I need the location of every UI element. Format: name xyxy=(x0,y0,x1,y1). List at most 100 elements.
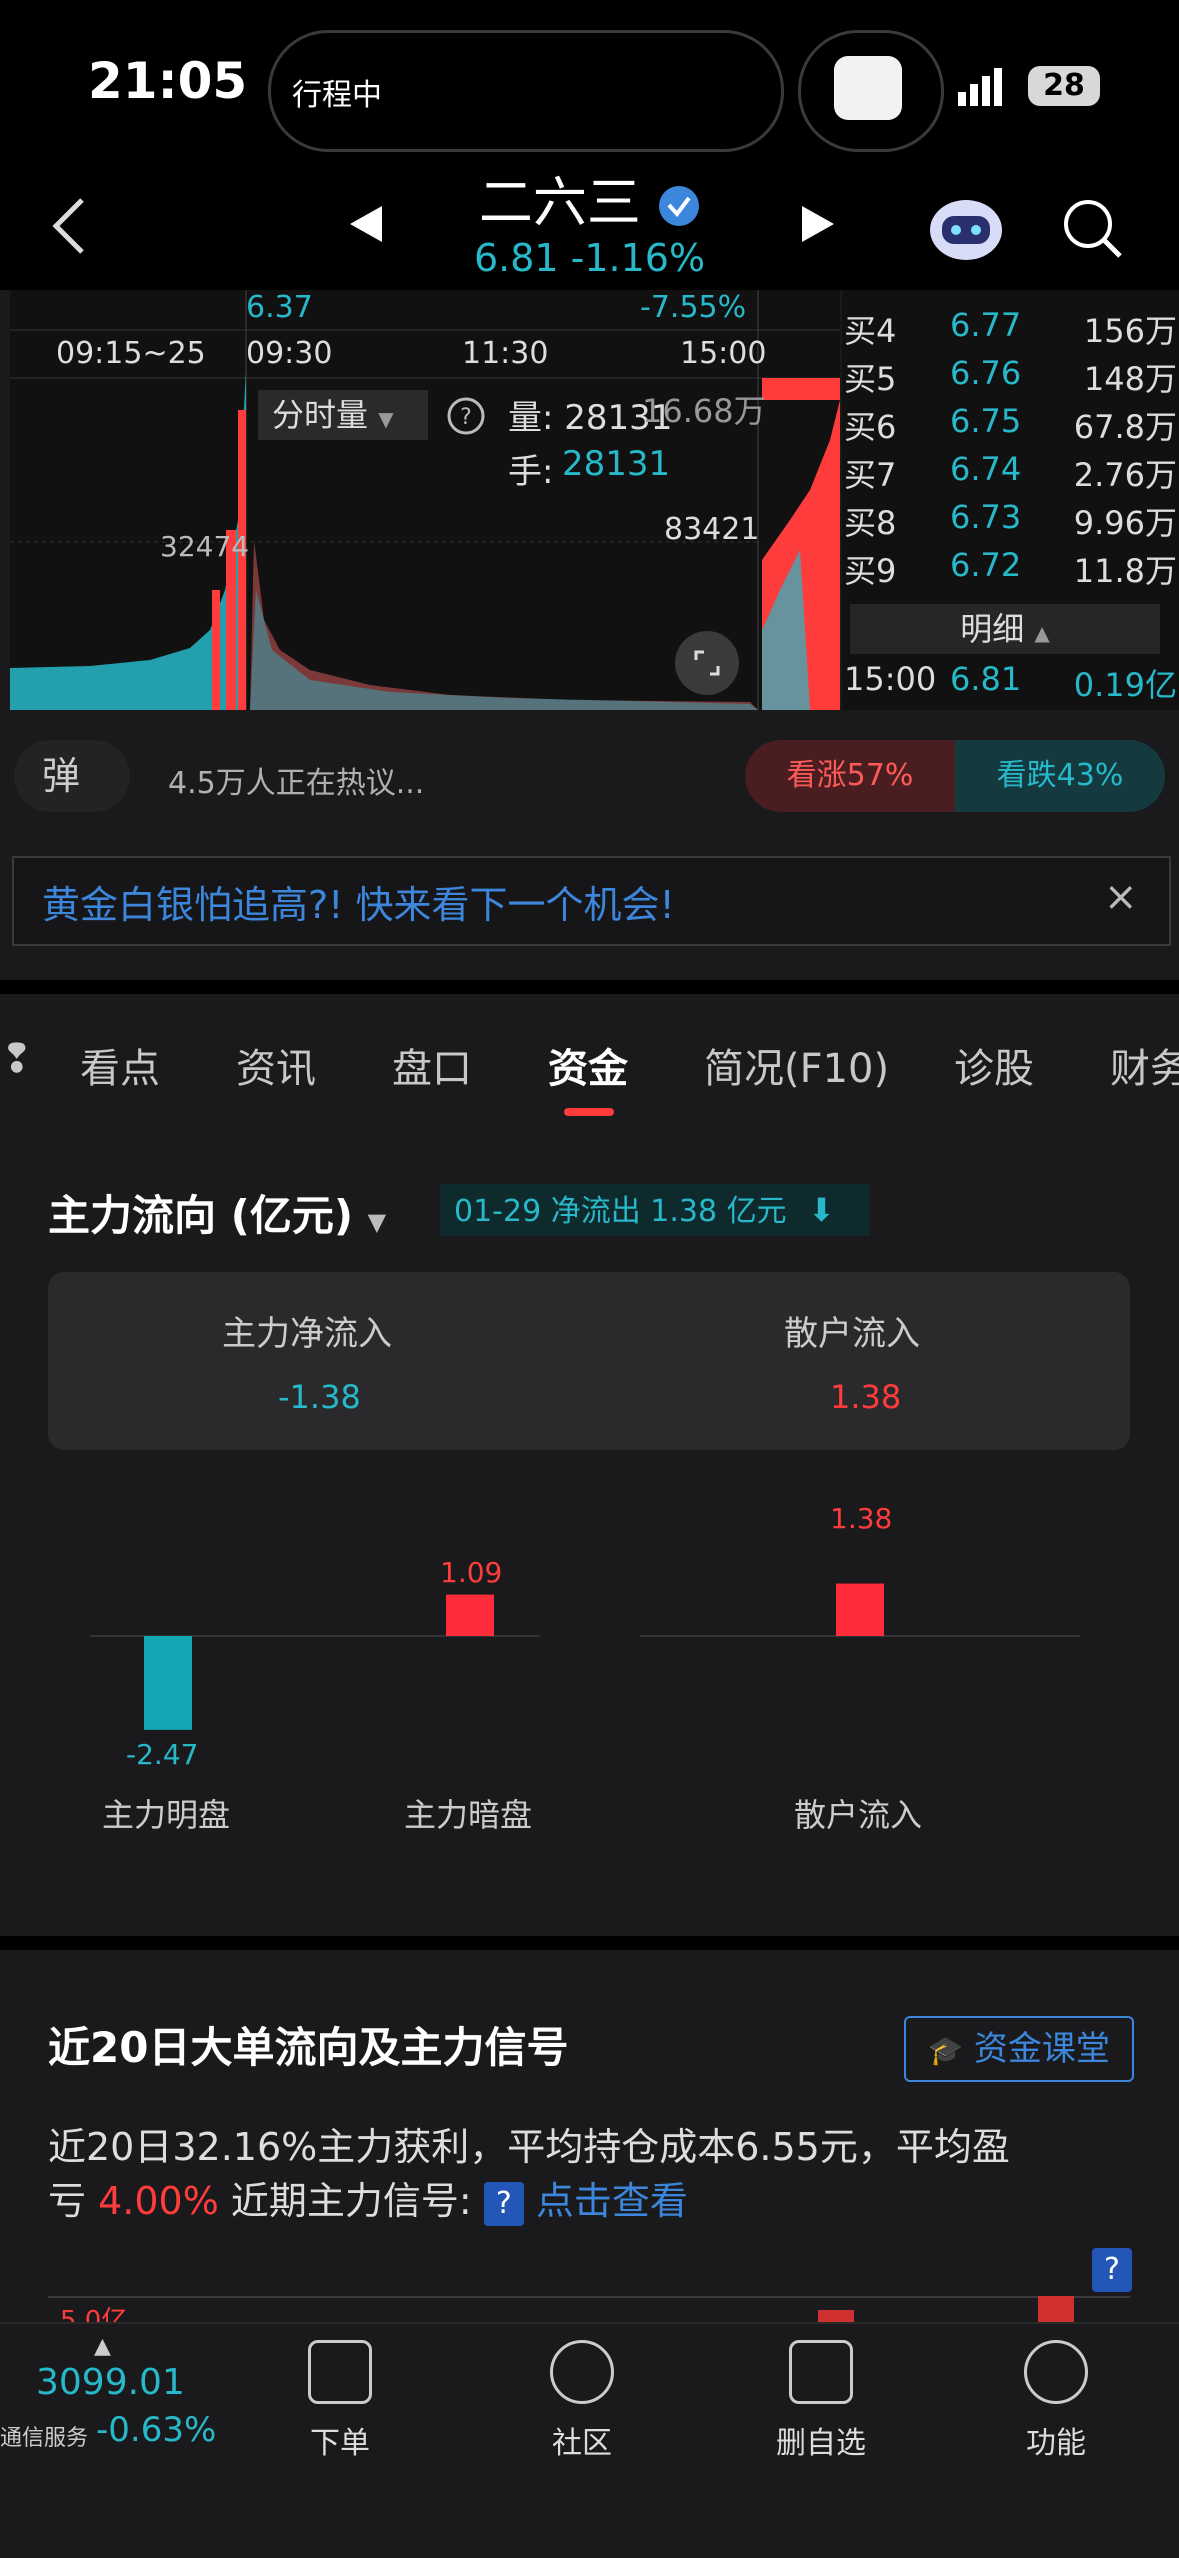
help-icon[interactable]: ? xyxy=(446,396,486,436)
bar-main-lit-label: 主力明盘 xyxy=(102,1796,231,1834)
trade-detail-button[interactable]: 明细 ▲ xyxy=(850,604,1160,654)
question-icon[interactable]: ? xyxy=(483,2181,524,2226)
signals-title: 近20日大单流向及主力信号 xyxy=(48,2023,569,2072)
close-icon[interactable]: × xyxy=(1104,874,1138,920)
bar-retail xyxy=(836,1583,884,1636)
signals-summary-line1: 近20日32.16%主力获利，平均持仓成本6.55元，平均盈 xyxy=(48,2125,1010,2169)
hot-discussion-text[interactable]: 4.5万人正在热议... xyxy=(168,758,424,802)
order-book-row: 买4 6.77 156万 xyxy=(844,306,1177,350)
expand-chart-icon[interactable] xyxy=(674,630,740,696)
bar-main-dark-value: 1.09 xyxy=(440,1556,503,1589)
fund-flow-bar-chart xyxy=(90,1583,1080,1730)
arrow-down-icon: ⬇ xyxy=(808,1191,835,1229)
signals-text: 近期主力信号: xyxy=(230,2179,472,2223)
fund-flow-title-text: 主力流向 (亿元) xyxy=(48,1191,354,1240)
intraday-volume-chart[interactable]: 6.37 -7.55% 09:15~25 09:30 11:30 15:00 分… xyxy=(10,290,840,710)
nav-order-label: 下单 xyxy=(310,2426,370,2461)
view-signals-link[interactable]: 点击查看 xyxy=(536,2179,688,2223)
nav-community[interactable]: 社区 xyxy=(532,2340,632,2462)
active-tab-indicator xyxy=(564,1108,614,1116)
battery-icon: 28 xyxy=(1028,66,1100,106)
volume-mode-label: 分时量 xyxy=(272,396,369,434)
minus-box-icon xyxy=(789,2340,853,2404)
app-icon xyxy=(834,56,902,120)
island-text: 行程中 xyxy=(292,78,382,113)
search-icon[interactable] xyxy=(1060,196,1124,260)
tab-profile[interactable]: 简况(F10) xyxy=(704,1036,889,1094)
section-divider xyxy=(0,980,1179,994)
fund-summary-box xyxy=(48,1272,1130,1450)
tab-diagnosis[interactable]: 诊股 xyxy=(954,1036,1034,1094)
next-stock-icon[interactable] xyxy=(800,204,836,244)
bar-main-dark xyxy=(446,1594,494,1636)
tab-highlights[interactable]: 看点 xyxy=(80,1036,160,1094)
community-star-icon xyxy=(550,2340,614,2404)
trade-detail-label: 明细 xyxy=(960,610,1025,648)
status-time: 21:05 xyxy=(88,52,248,110)
robot-assistant-icon[interactable] xyxy=(926,190,1006,266)
nav-functions-label: 功能 xyxy=(1026,2426,1086,2461)
nav-functions[interactable]: 功能 xyxy=(1006,2340,1106,2462)
fund-flow-title[interactable]: 主力流向 (亿元) ▼ xyxy=(48,1182,386,1243)
main-net-inflow-label: 主力净流入 xyxy=(222,1314,392,1354)
caret-up-icon: ▲ xyxy=(94,2334,111,2359)
fund-course-label: 资金课堂 xyxy=(973,2029,1110,2069)
promo-banner-text[interactable]: 黄金白银怕追高?! 快来看下一个机会! xyxy=(42,874,675,929)
nav-remove-watchlist[interactable]: 删自选 xyxy=(766,2340,876,2462)
chart-mid-value: 32474 xyxy=(160,530,250,563)
order-book-row: 买6 6.75 67.8万 xyxy=(844,402,1177,446)
question-icon[interactable]: ? xyxy=(1092,2248,1132,2292)
volume-mode-dropdown[interactable]: 分时量 ▼ xyxy=(258,390,428,440)
nav-remove-watchlist-label: 删自选 xyxy=(776,2426,866,2461)
chart-top-pct: -7.55% xyxy=(640,290,747,325)
avg-profit-pct: 4.00% xyxy=(98,2179,219,2223)
nav-community-label: 社区 xyxy=(552,2426,612,2461)
order-book-row: 买7 6.74 2.76万 xyxy=(844,450,1177,494)
time-label-open: 09:30 xyxy=(246,336,333,371)
order-book-row: 买8 6.73 9.96万 xyxy=(844,498,1177,542)
net-outflow-text: 01-29 净流出 1.38 亿元 xyxy=(454,1194,787,1229)
index-change: -0.63% xyxy=(96,2410,217,2450)
chart-top-price: 6.37 xyxy=(246,290,313,325)
dropdown-arrow-icon: ▼ xyxy=(367,1208,387,1236)
signals-summary-line2: 亏 4.00% 近期主力信号: ? 点击查看 xyxy=(48,2170,1148,2226)
danmaku-toggle[interactable]: 弹 xyxy=(14,740,130,812)
net-outflow-badge: 01-29 净流出 1.38 亿元 ⬇ xyxy=(440,1184,870,1236)
nav-order[interactable]: 下单 xyxy=(290,2340,390,2462)
hand-label: 手: xyxy=(508,452,554,492)
index-value[interactable]: 3099.01 xyxy=(36,2362,185,2403)
signal-chart-axis-label: 5.0亿 xyxy=(60,2306,128,2322)
bar-main-dark-label: 主力暗盘 xyxy=(404,1796,533,1834)
tab-finance[interactable]: 财务 xyxy=(1110,1036,1179,1094)
tab-orderbook[interactable]: 盘口 xyxy=(392,1036,472,1094)
time-label-auction: 09:15~25 xyxy=(56,336,206,371)
time-label-noon: 11:30 xyxy=(462,336,549,371)
bar-main-lit xyxy=(144,1636,192,1730)
caret-up-icon: ▲ xyxy=(1034,621,1050,645)
tab-funds[interactable]: 资金 xyxy=(548,1036,628,1094)
last-trade-row: 15:00 6.81 0.19亿 xyxy=(844,660,1177,704)
bar-main-lit-value: -2.47 xyxy=(126,1738,199,1771)
document-icon xyxy=(308,2340,372,2404)
vote-up-button[interactable]: 看涨57% xyxy=(745,740,955,812)
cellular-signal-icon xyxy=(958,68,1002,106)
verified-icon xyxy=(659,186,700,227)
tab-news[interactable]: 资讯 xyxy=(236,1036,316,1094)
order-book-row: 买5 6.76 148万 xyxy=(844,354,1177,398)
fund-course-button[interactable]: 🎓 资金课堂 xyxy=(904,2016,1134,2082)
signal-chart-bar xyxy=(1038,2296,1074,2322)
vote-down-button[interactable]: 看跌43% xyxy=(955,740,1165,812)
retail-inflow-label: 散户流入 xyxy=(784,1314,920,1354)
order-book-row: 买9 6.72 11.8万 xyxy=(844,546,1177,590)
main-net-inflow-value: -1.38 xyxy=(278,1378,361,1416)
bar-retail-label: 散户流入 xyxy=(794,1796,923,1834)
svg-text:?: ? xyxy=(460,405,472,430)
section-divider xyxy=(0,1936,1179,1950)
chart-right-value: 83421 xyxy=(664,512,760,547)
hand-value: 28131 xyxy=(562,444,671,484)
index-name: 通信服务 xyxy=(0,2426,89,2451)
volume-right-value: 16.68万 xyxy=(642,392,766,430)
tab-overflow-left: ❢ xyxy=(0,1036,34,1082)
retail-inflow-value: 1.38 xyxy=(830,1378,902,1416)
graduation-cap-icon: 🎓 xyxy=(928,2034,964,2067)
